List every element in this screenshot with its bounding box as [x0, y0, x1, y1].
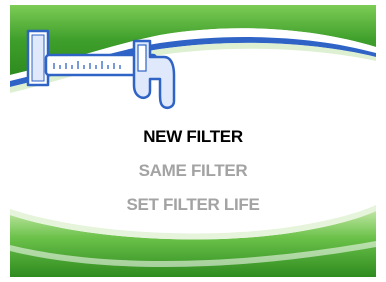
- menu-item-same-filter[interactable]: SAME FILTER: [10, 161, 376, 181]
- caliper-ruler-icon: [26, 29, 176, 109]
- filter-menu-screen: NEW FILTER SAME FILTER SET FILTER LIFE: [10, 5, 376, 277]
- menu-list: NEW FILTER SAME FILTER SET FILTER LIFE: [10, 127, 376, 229]
- menu-item-set-filter-life[interactable]: SET FILTER LIFE: [10, 195, 376, 215]
- menu-item-new-filter[interactable]: NEW FILTER: [10, 127, 376, 147]
